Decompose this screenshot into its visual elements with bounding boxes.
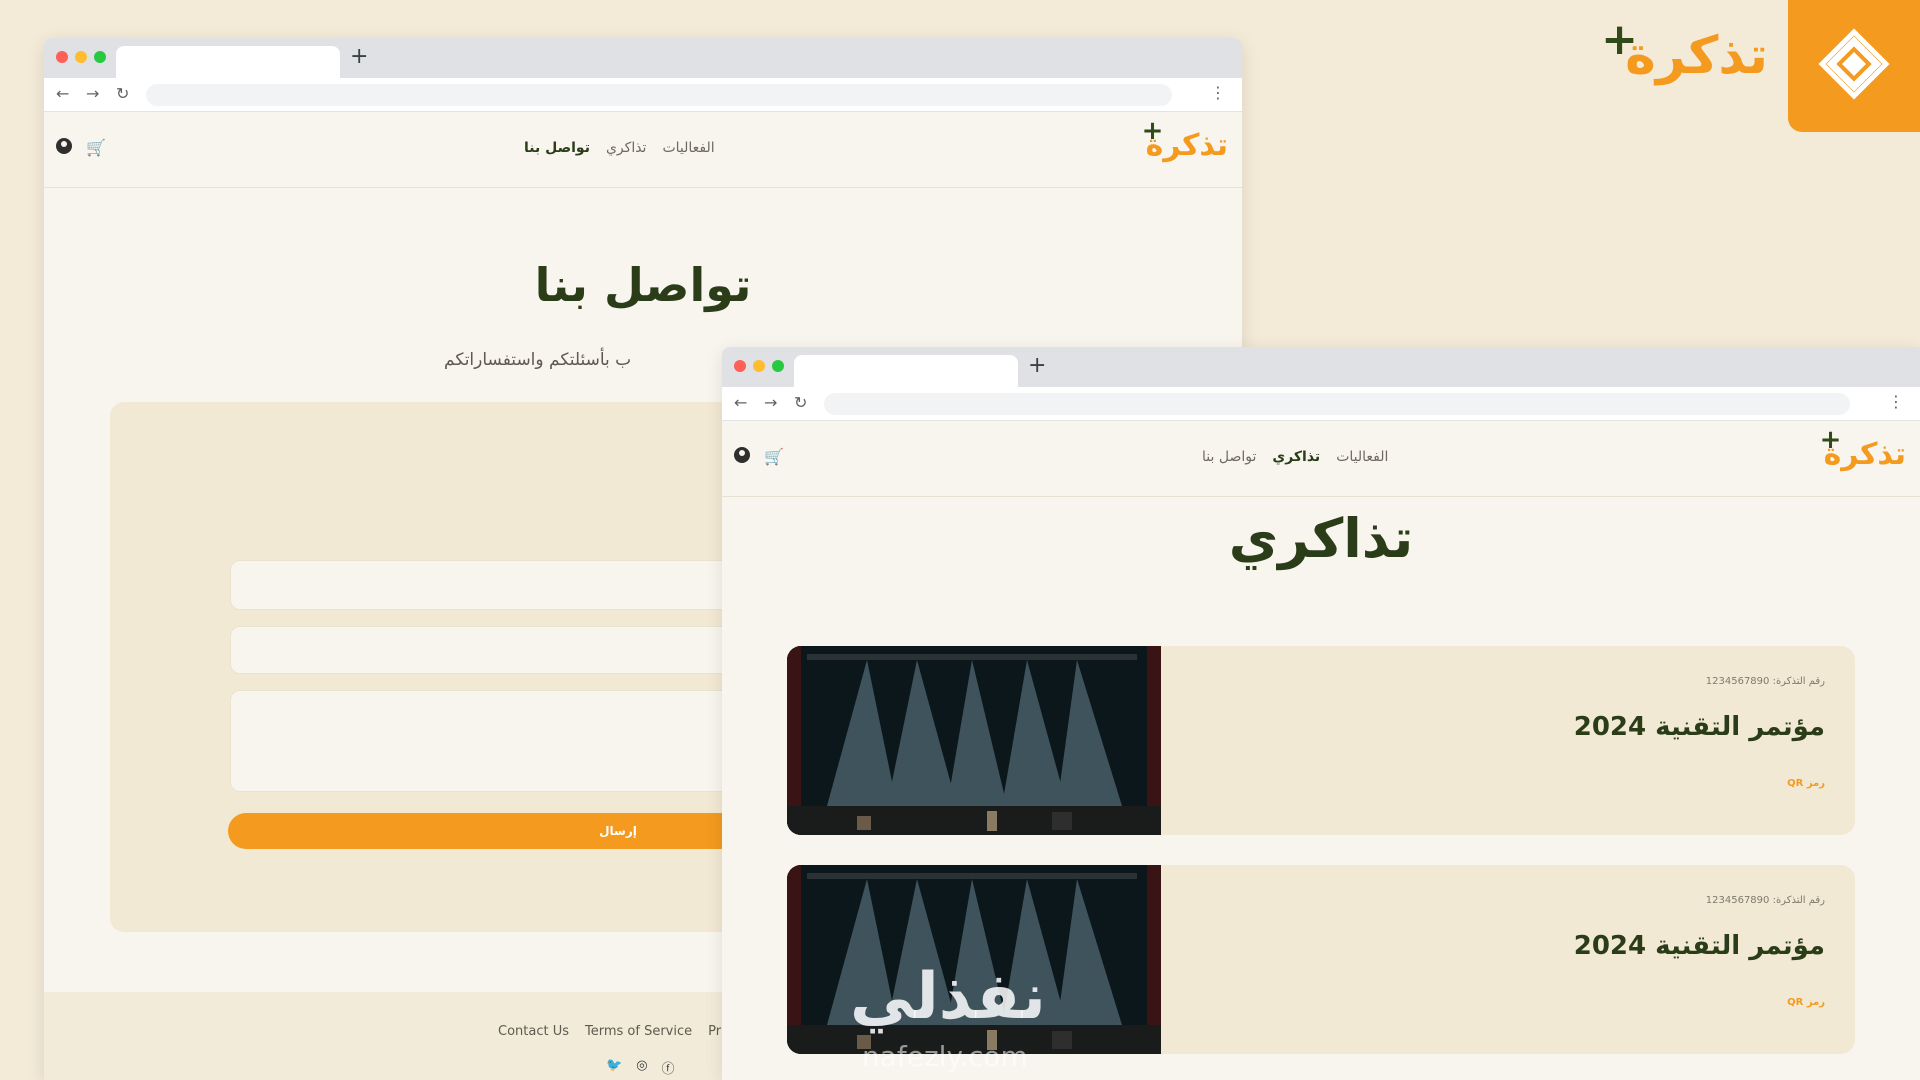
page-title: تذاكري [1228, 507, 1414, 570]
page-subtitle: ب بأسئلتكم واستفساراتكم [444, 350, 632, 370]
social-links: 🐦 ◎ ⓕ [606, 1058, 675, 1077]
site-nav: الفعاليات تذاكري تواصل بنا [1202, 449, 1388, 465]
event-image [787, 646, 1161, 835]
nav-events[interactable]: الفعاليات [662, 140, 714, 156]
site-header: + تذكرة الفعاليات تذاكري تواصل بنا 🛒 [44, 112, 1242, 188]
back-icon[interactable]: ← [734, 393, 747, 412]
new-tab-icon[interactable]: + [350, 44, 368, 69]
ticket-number: رقم التذكرة: 1234567890 [1705, 895, 1825, 906]
ticket-number: رقم التذكرة: 1234567890 [1705, 676, 1825, 687]
footer-link-terms[interactable]: Terms of Service [585, 1024, 692, 1039]
watermark-url: nafezly.com [862, 1040, 1028, 1073]
qr-link[interactable]: رمز QR [1787, 778, 1825, 789]
brand-wordmark: تذكرة [1625, 26, 1768, 86]
footer-links: Contact Us Terms of Service Pri [498, 1024, 725, 1039]
site-header: + تذكرة الفعاليات تذاكري تواصل بنا 🛒 [722, 421, 1920, 497]
browser-tab[interactable] [116, 46, 340, 78]
user-icon[interactable] [734, 447, 750, 463]
instagram-icon[interactable]: ◎ [636, 1058, 647, 1077]
window-controls [734, 360, 784, 372]
qr-link[interactable]: رمز QR [1787, 997, 1825, 1008]
address-bar: ← → ↻ ⋮ [44, 78, 1242, 112]
nav-events[interactable]: الفعاليات [1336, 449, 1388, 465]
nav-contact[interactable]: تواصل بنا [524, 140, 590, 156]
tab-bar: + [722, 347, 1920, 387]
ticket-card[interactable]: رقم التذكرة: 1234567890 مؤتمر التقنية 20… [787, 646, 1855, 835]
nav-tickets[interactable]: تذاكري [606, 140, 646, 156]
close-dot[interactable] [734, 360, 746, 372]
site-logo[interactable]: + تذكرة [1142, 116, 1228, 163]
cart-icon[interactable]: 🛒 [764, 447, 784, 466]
header-icons: 🛒 [734, 447, 784, 466]
window-controls [56, 51, 106, 63]
maximize-dot[interactable] [772, 360, 784, 372]
facebook-icon[interactable]: ⓕ [662, 1058, 675, 1077]
tab-bar: + [44, 38, 1242, 78]
nav-tickets[interactable]: تذاكري [1272, 449, 1320, 465]
new-tab-icon[interactable]: + [1028, 353, 1046, 378]
brand-logo-tile [1788, 0, 1920, 132]
maximize-dot[interactable] [94, 51, 106, 63]
reload-icon[interactable]: ↻ [794, 393, 807, 412]
page-title: تواصل بنا [534, 258, 752, 312]
url-input[interactable] [146, 84, 1172, 106]
minimize-dot[interactable] [75, 51, 87, 63]
brand-pattern-icon [1818, 28, 1890, 100]
address-bar: ← → ↻ ⋮ [722, 387, 1920, 421]
more-menu-icon[interactable]: ⋮ [1888, 392, 1904, 411]
more-menu-icon[interactable]: ⋮ [1210, 83, 1226, 102]
close-dot[interactable] [56, 51, 68, 63]
minimize-dot[interactable] [753, 360, 765, 372]
forward-icon[interactable]: → [764, 393, 777, 412]
twitter-icon[interactable]: 🐦 [606, 1058, 622, 1077]
nav-contact[interactable]: تواصل بنا [1202, 449, 1256, 465]
header-icons: 🛒 [56, 138, 106, 157]
footer-link-contact[interactable]: Contact Us [498, 1024, 569, 1039]
url-input[interactable] [824, 393, 1850, 415]
back-icon[interactable]: ← [56, 84, 69, 103]
user-icon[interactable] [56, 138, 72, 154]
ticket-event-name: مؤتمر التقنية 2024 [1573, 931, 1825, 961]
cart-icon[interactable]: 🛒 [86, 138, 106, 157]
watermark: نفذلي [850, 960, 1046, 1034]
site-nav: الفعاليات تذاكري تواصل بنا [524, 140, 715, 156]
ticket-event-name: مؤتمر التقنية 2024 [1573, 712, 1825, 742]
browser-tab[interactable] [794, 355, 1018, 387]
reload-icon[interactable]: ↻ [116, 84, 129, 103]
forward-icon[interactable]: → [86, 84, 99, 103]
site-logo[interactable]: + تذكرة [1820, 425, 1906, 472]
